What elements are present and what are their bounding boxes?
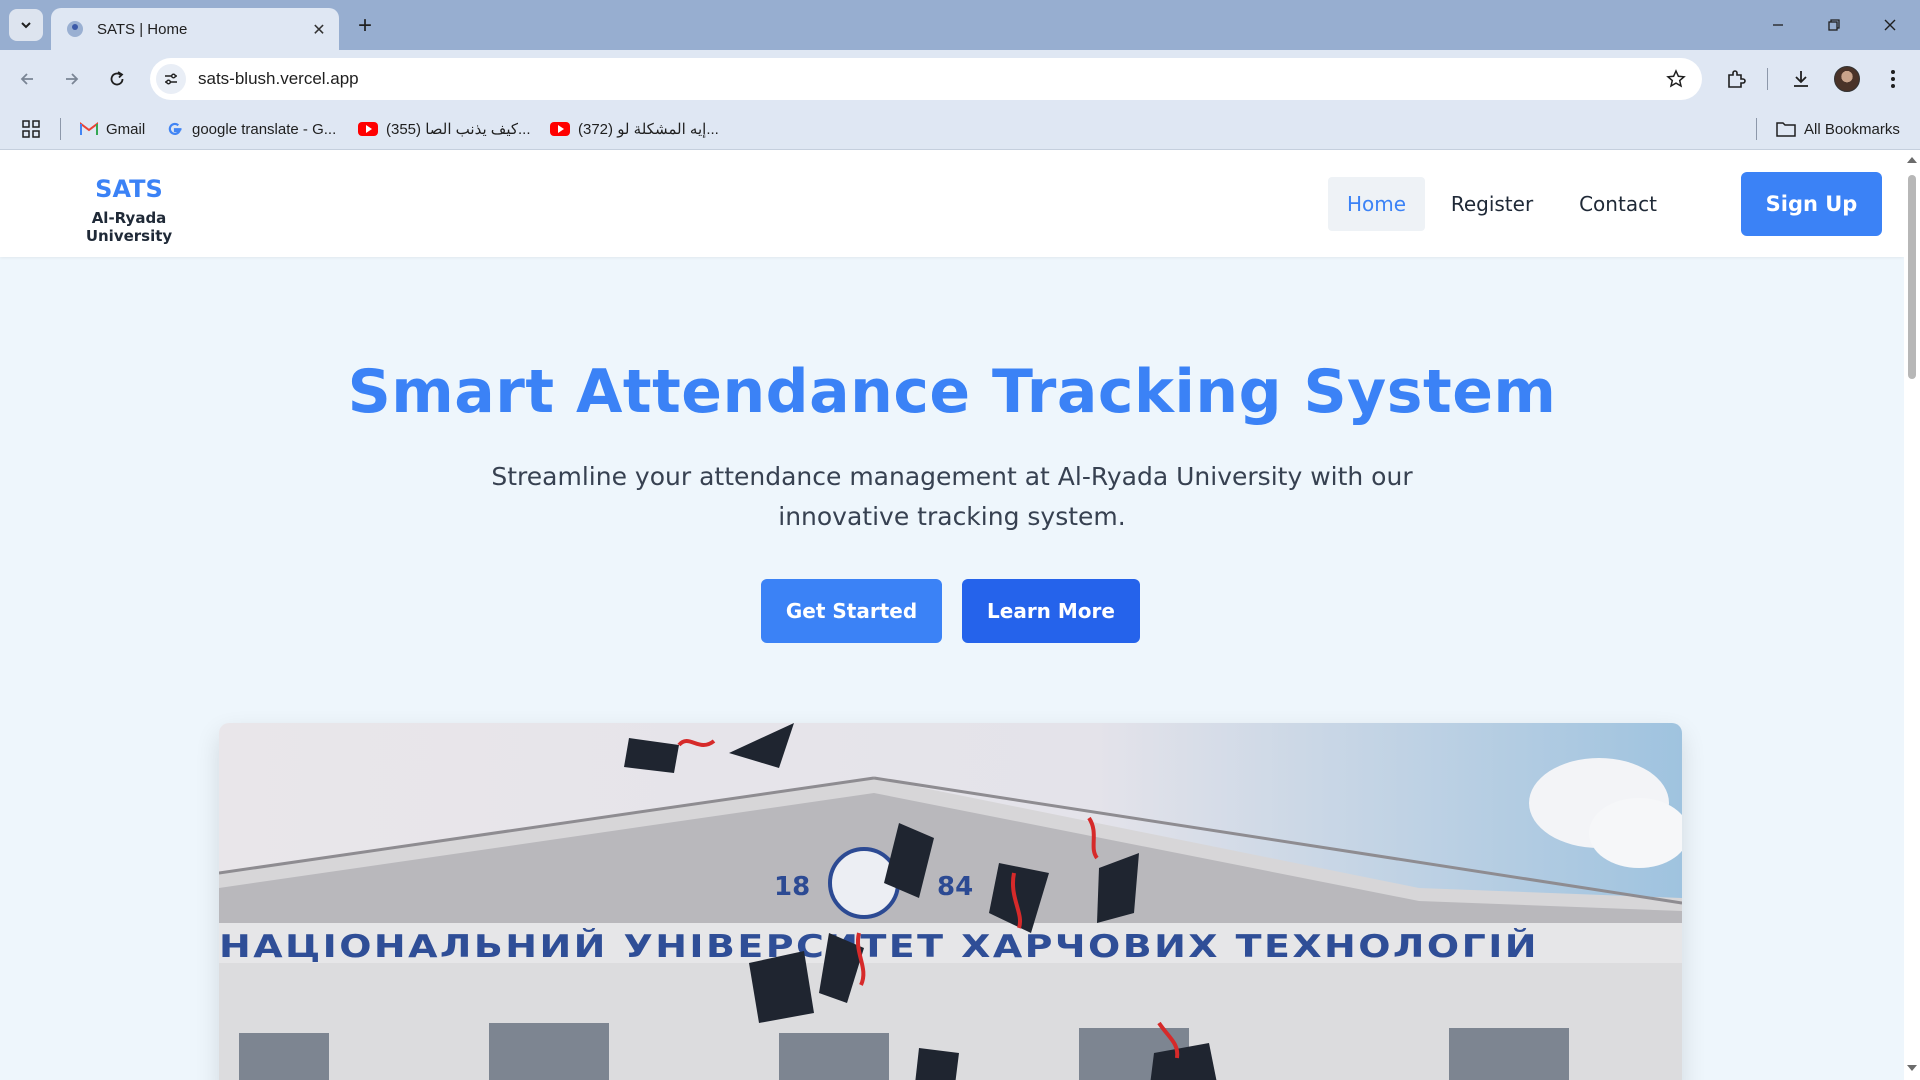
hero-graduation-image: 18 84 НАЦІОНАЛЬНИЙ УНІВЕРСИТЕТ ХАРЧОВИХ … — [219, 723, 1682, 1080]
new-tab-button[interactable]: + — [350, 12, 380, 40]
graduation-photo-illustration: 18 84 НАЦІОНАЛЬНИЙ УНІВЕРСИТЕТ ХАРЧОВИХ … — [219, 723, 1682, 1080]
bookmark-youtube-1[interactable]: (355) كيف يذنب الصا... — [358, 108, 531, 150]
building-inscription: НАЦІОНАЛЬНИЙ УНІВЕРСИТЕТ ХАРЧОВИХ ТЕХНОЛ… — [219, 929, 1539, 965]
tab-close-icon[interactable]: ✕ — [307, 17, 331, 41]
bookmarks-divider — [60, 118, 61, 140]
extensions-icon[interactable] — [1719, 62, 1753, 96]
forward-button[interactable] — [55, 62, 89, 96]
gmail-icon — [80, 122, 98, 136]
arrow-right-icon — [66, 73, 79, 85]
nav-home[interactable]: Home — [1328, 177, 1425, 231]
close-icon — [1884, 19, 1896, 31]
site-header: SATS Al-Ryada University Home Register C… — [0, 151, 1904, 257]
site-logo[interactable]: SATS Al-Ryada University — [46, 175, 212, 245]
menu-kebab-icon[interactable] — [1876, 62, 1910, 96]
site-settings-icon[interactable] — [156, 64, 186, 94]
bookmark-label: Gmail — [106, 120, 146, 138]
reload-icon — [110, 71, 124, 86]
browser-tab[interactable]: SATS | Home ✕ — [51, 8, 339, 50]
bookmarks-bar: Gmail google translate - G... (355) كيف … — [0, 108, 1920, 150]
learn-more-button[interactable]: Learn More — [962, 579, 1140, 643]
hero-subtitle: Streamline your attendance management at… — [491, 462, 1413, 531]
back-button[interactable] — [10, 62, 44, 96]
bookmark-gmail[interactable]: Gmail — [80, 108, 145, 150]
avatar — [1834, 66, 1860, 92]
downloads-icon[interactable] — [1784, 62, 1818, 96]
all-bookmarks-button[interactable]: All Bookmarks — [1776, 108, 1900, 150]
all-bookmarks-label: All Bookmarks — [1804, 120, 1900, 138]
tab-title: SATS | Home — [97, 20, 188, 38]
bookmark-label: google translate - G... — [192, 120, 337, 138]
brand-subtitle: Al-Ryada University — [85, 209, 173, 245]
bookmark-star-icon[interactable] — [1658, 61, 1694, 97]
minimize-icon — [1773, 24, 1783, 26]
folder-icon — [1776, 121, 1796, 137]
minimize-button[interactable] — [1750, 0, 1806, 50]
google-icon — [166, 120, 184, 138]
bookmark-youtube-2[interactable]: (372) إيه المشكلة لو... — [550, 108, 719, 150]
arrow-left-icon — [20, 73, 33, 85]
profile-avatar[interactable] — [1830, 62, 1864, 96]
get-started-button[interactable]: Get Started — [761, 579, 942, 643]
image-digits-left: 18 — [774, 872, 810, 902]
scroll-down-arrow-icon[interactable] — [1907, 1065, 1917, 1071]
bookmark-google-translate[interactable]: google translate - G... — [166, 108, 336, 150]
scroll-thumb[interactable] — [1908, 175, 1916, 379]
nav-register[interactable]: Register — [1442, 177, 1542, 231]
url-text: sats-blush.vercel.app — [198, 69, 359, 88]
hero-title: Smart Attendance Tracking System — [347, 357, 1557, 427]
bookmark-label: (355) كيف يذنب الصا... — [386, 121, 531, 138]
chevron-down-icon — [21, 22, 31, 29]
bookmarks-divider — [1756, 118, 1757, 140]
browser-toolbar: sats-blush.vercel.app — [0, 50, 1920, 108]
page-scrollbar[interactable] — [1904, 151, 1920, 1080]
site-favicon-icon — [67, 21, 83, 37]
toolbar-divider — [1767, 68, 1768, 90]
reload-button[interactable] — [100, 62, 134, 96]
close-window-button[interactable] — [1862, 0, 1918, 50]
youtube-icon — [550, 122, 570, 136]
scroll-up-arrow-icon[interactable] — [1907, 157, 1917, 163]
nav-contact[interactable]: Contact — [1564, 177, 1672, 231]
signup-button[interactable]: Sign Up — [1741, 172, 1882, 236]
image-digits-right: 84 — [937, 872, 973, 902]
tab-search-button[interactable] — [9, 9, 43, 41]
browser-tab-strip: SATS | Home ✕ + — [0, 0, 1920, 50]
restore-icon — [1828, 19, 1840, 31]
brand-name: SATS — [95, 175, 163, 203]
youtube-icon — [358, 122, 378, 136]
address-bar[interactable]: sats-blush.vercel.app — [150, 58, 1702, 100]
apps-grid-icon[interactable] — [22, 108, 40, 150]
page-viewport: SATS Al-Ryada University Home Register C… — [0, 151, 1920, 1080]
bookmark-label: (372) إيه المشكلة لو... — [578, 121, 719, 138]
restore-button[interactable] — [1806, 0, 1862, 50]
